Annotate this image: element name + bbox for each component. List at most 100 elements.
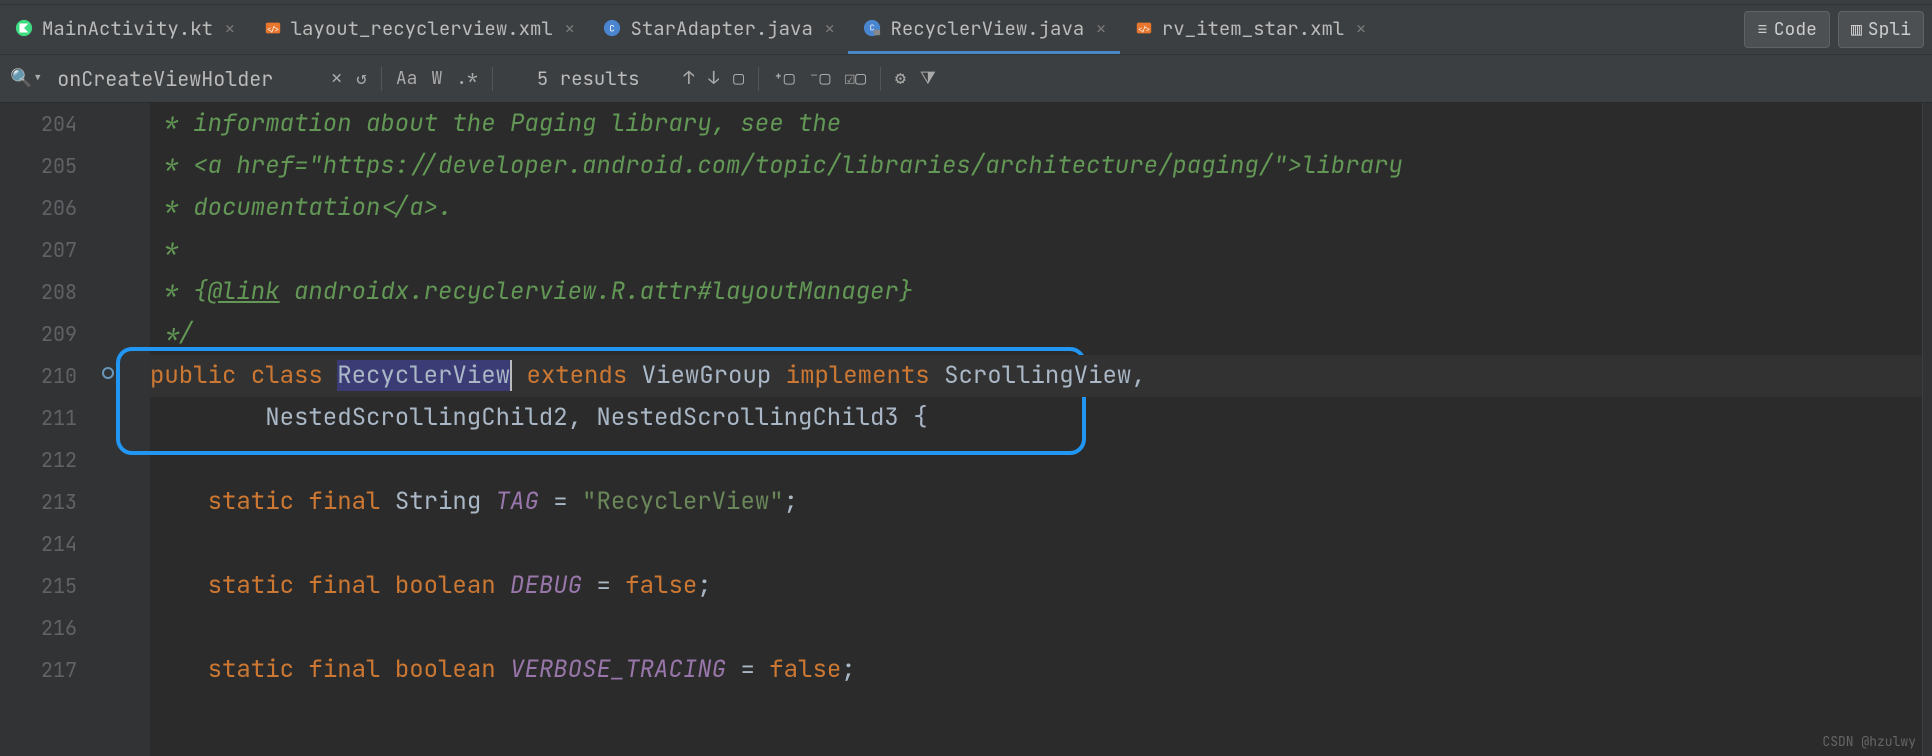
java-icon: C — [602, 18, 622, 38]
line-number[interactable]: 216 — [0, 607, 77, 649]
svg-text:</>: </> — [266, 26, 279, 35]
code-text: * documentation</a>. — [150, 192, 452, 223]
line-number[interactable]: 213 — [0, 481, 77, 523]
filter-icon[interactable]: ⧩ — [920, 67, 936, 90]
gutter-extra — [95, 103, 150, 756]
code-text: static — [208, 486, 294, 517]
line-number[interactable]: 206 — [0, 187, 77, 229]
tab-rv-item-star[interactable]: </> rv_item_star.xml ✕ — [1120, 5, 1380, 54]
list-icon: ≡ — [1757, 18, 1768, 41]
tab-label: StarAdapter.java — [630, 16, 812, 41]
code-text: boolean — [395, 654, 496, 685]
svg-text:C: C — [610, 23, 615, 35]
override-marker-icon[interactable] — [102, 367, 114, 379]
separator — [492, 67, 493, 91]
tab-mainactivity[interactable]: MainActivity.kt ✕ — [0, 5, 249, 54]
tab-label: MainActivity.kt — [42, 16, 213, 41]
code-text: androidx.recyclerview.R.attr#layoutManag… — [280, 276, 914, 307]
line-number[interactable]: 207 — [0, 229, 77, 271]
tab-bar: MainActivity.kt ✕ </> layout_recyclervie… — [0, 5, 1932, 55]
code-text: = — [582, 570, 625, 601]
search-icon[interactable]: 🔍▾ — [10, 67, 43, 90]
tab-staradapter[interactable]: C StarAdapter.java ✕ — [588, 5, 848, 54]
regex-button[interactable]: .* — [456, 67, 478, 90]
results-count: 5 results — [537, 66, 640, 91]
next-match-icon[interactable]: ↓ — [708, 67, 719, 90]
line-number[interactable]: 209 — [0, 313, 77, 355]
line-number[interactable]: 210 — [0, 355, 77, 397]
tab-recyclerview[interactable]: C RecyclerView.java ✕ — [848, 5, 1119, 54]
view-toggle: ≡ Code ▥ Spli — [1744, 11, 1932, 48]
split-view-label: Spli — [1868, 18, 1911, 41]
code-text: * <a href="https://developer.android.com… — [150, 150, 1302, 181]
tab-layout-recyclerview[interactable]: </> layout_recyclerview.xml ✕ — [249, 5, 589, 54]
code-text: ; — [841, 654, 855, 685]
code-text: NestedScrollingChild2, NestedScrollingCh… — [150, 402, 928, 433]
line-number[interactable]: 212 — [0, 439, 77, 481]
prev-match-icon[interactable]: ↑ — [684, 67, 695, 90]
code-text: ; — [697, 570, 711, 601]
settings-icon[interactable]: ⚙ — [895, 67, 906, 90]
select-occurrences-icon[interactable]: ☑▢ — [844, 67, 866, 90]
tab-label: rv_item_star.xml — [1162, 16, 1344, 41]
code-view-button[interactable]: ≡ Code — [1744, 11, 1830, 48]
code-area[interactable]: * information about the Paging library, … — [150, 103, 1922, 756]
code-text: final — [308, 486, 380, 517]
code-text: * { — [150, 276, 208, 307]
close-icon[interactable]: ✕ — [1096, 18, 1106, 39]
code-text: class — [251, 360, 323, 391]
code-text: final — [308, 570, 380, 601]
add-selection-icon[interactable]: ⁺▢ — [773, 67, 795, 90]
match-case-button[interactable]: Aa — [396, 67, 418, 90]
line-number[interactable]: 217 — [0, 649, 77, 691]
words-button[interactable]: W — [431, 67, 442, 90]
line-number[interactable]: 211 — [0, 397, 77, 439]
code-text: @link — [208, 276, 280, 307]
close-icon[interactable]: ✕ — [1356, 18, 1366, 39]
code-text: */ — [150, 318, 193, 349]
xml-icon: </> — [1134, 18, 1154, 38]
close-icon[interactable]: ✕ — [825, 18, 835, 39]
code-text: static — [208, 654, 294, 685]
code-text: = — [726, 654, 769, 685]
code-text: boolean — [395, 570, 496, 601]
line-number[interactable]: 208 — [0, 271, 77, 313]
code-text: VERBOSE_TRACING — [510, 654, 726, 685]
code-text: implements — [786, 360, 930, 391]
code-text: extends — [526, 360, 627, 391]
close-icon[interactable]: ✕ — [565, 18, 575, 39]
svg-text:</>: </> — [1137, 26, 1150, 35]
find-bar: 🔍▾ ✕ ↺ Aa W .* 5 results ↑ ↓ ▢ ⁺▢ ⁻▢ ☑▢ … — [0, 55, 1932, 103]
remove-selection-icon[interactable]: ⁻▢ — [809, 67, 831, 90]
code-text: "RecyclerView" — [582, 486, 784, 517]
editor: 204 205 206 207 208 209 210 211 212 213 … — [0, 103, 1932, 756]
close-search-icon[interactable]: ✕ — [331, 67, 342, 90]
code-text: false — [625, 570, 697, 601]
search-input[interactable] — [57, 66, 317, 92]
line-number[interactable]: 204 — [0, 103, 77, 145]
code-text: String — [395, 486, 481, 517]
code-text: = — [539, 486, 582, 517]
watermark: CSDN @hzulwy — [1822, 733, 1916, 750]
right-gutter — [1922, 103, 1932, 756]
java-lock-icon: C — [862, 18, 882, 38]
split-view-button[interactable]: ▥ Spli — [1838, 11, 1924, 48]
split-icon: ▥ — [1851, 18, 1862, 41]
line-number[interactable]: 215 — [0, 565, 77, 607]
code-text: final — [308, 654, 380, 685]
kotlin-icon — [14, 18, 34, 38]
code-text: static — [208, 570, 294, 601]
separator — [381, 67, 382, 91]
close-icon[interactable]: ✕ — [225, 18, 235, 39]
line-number[interactable]: 205 — [0, 145, 77, 187]
history-icon[interactable]: ↺ — [356, 67, 367, 90]
code-text: DEBUG — [510, 570, 582, 601]
code-text: RecyclerView — [337, 360, 512, 391]
separator — [880, 67, 881, 91]
code-text: * — [150, 234, 179, 265]
code-view-label: Code — [1774, 18, 1817, 41]
line-gutter: 204 205 206 207 208 209 210 211 212 213 … — [0, 103, 95, 756]
line-number[interactable]: 214 — [0, 523, 77, 565]
code-text: ViewGroup — [642, 360, 772, 391]
select-all-icon[interactable]: ▢ — [733, 67, 744, 90]
